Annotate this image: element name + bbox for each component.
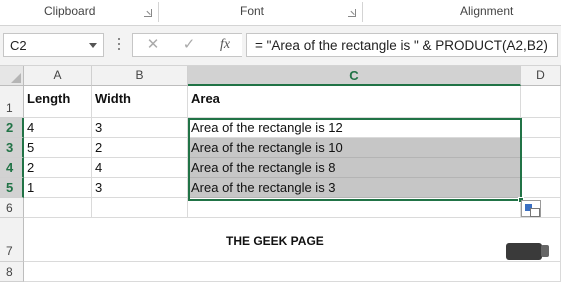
watermark-logo: [506, 243, 549, 260]
column-header-c[interactable]: C: [188, 66, 521, 86]
font-dialog-launcher-icon[interactable]: [348, 9, 356, 17]
row-header-5[interactable]: 5: [0, 178, 24, 198]
row-header-2[interactable]: 2: [0, 118, 24, 138]
cell-b1[interactable]: Width: [92, 86, 188, 118]
check-icon[interactable]: ✓: [178, 35, 200, 55]
cell-b6[interactable]: [92, 198, 188, 218]
cell-a2[interactable]: 4: [24, 118, 92, 138]
select-all-button[interactable]: [0, 66, 24, 86]
ribbon-separator: [158, 2, 159, 22]
row-header-7[interactable]: 7: [0, 218, 24, 262]
close-icon[interactable]: ✕: [142, 35, 164, 55]
watermark-text: THE GEEK PAGE: [226, 234, 324, 248]
cell-a4[interactable]: 2: [24, 158, 92, 178]
cell-d3[interactable]: [521, 138, 561, 158]
cell-d4[interactable]: [521, 158, 561, 178]
ribbon-group-clipboard: Clipboard: [44, 4, 96, 18]
cell-b4[interactable]: 4: [92, 158, 188, 178]
column-header-d[interactable]: D: [521, 66, 561, 86]
formula-input[interactable]: = "Area of the rectangle is " & PRODUCT(…: [246, 33, 558, 57]
row-header-4[interactable]: 4: [0, 158, 24, 178]
cell-b2[interactable]: 3: [92, 118, 188, 138]
cell-c1[interactable]: Area: [188, 86, 521, 118]
formula-bar-grip-icon[interactable]: [118, 38, 121, 52]
row-header-3[interactable]: 3: [0, 138, 24, 158]
row-8-cells[interactable]: [24, 262, 561, 282]
ribbon-group-alignment: Alignment: [460, 4, 514, 18]
ribbon-group-font: Font: [240, 4, 265, 18]
selection-border: [188, 118, 522, 201]
paste-options-icon[interactable]: [521, 200, 541, 217]
clipboard-dialog-launcher-icon[interactable]: [144, 9, 152, 17]
cell-a5[interactable]: 1: [24, 178, 92, 198]
name-box-dropdown-icon[interactable]: [89, 43, 97, 48]
cell-b5[interactable]: 3: [92, 178, 188, 198]
cell-d2[interactable]: [521, 118, 561, 138]
cell-a3[interactable]: 5: [24, 138, 92, 158]
column-header-b[interactable]: B: [92, 66, 188, 86]
cell-d1[interactable]: [521, 86, 561, 118]
ribbon-separator: [362, 2, 363, 22]
cell-c6[interactable]: [188, 198, 521, 218]
cell-d5[interactable]: [521, 178, 561, 198]
insert-function-button[interactable]: fx: [214, 35, 236, 55]
column-header-a[interactable]: A: [24, 66, 92, 86]
cell-a1[interactable]: Length: [24, 86, 92, 118]
row-header-6[interactable]: 6: [0, 198, 24, 218]
cell-a6[interactable]: [24, 198, 92, 218]
cell-b3[interactable]: 2: [92, 138, 188, 158]
row-header-8[interactable]: 8: [0, 262, 24, 282]
row-header-1[interactable]: 1: [0, 86, 24, 118]
